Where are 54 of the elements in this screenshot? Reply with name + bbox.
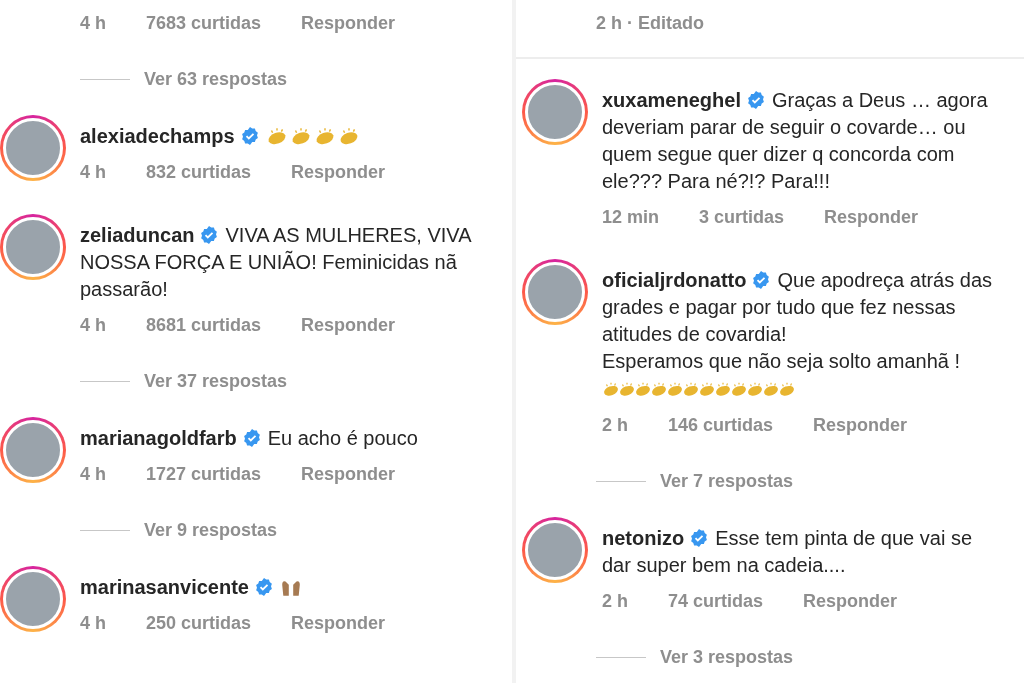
comment-time: 2 h · Editado: [596, 12, 705, 35]
view-replies-link[interactable]: Ver 9 respostas: [144, 516, 278, 544]
reply-link[interactable]: Responder: [803, 587, 898, 615]
comment-time: 4 h: [80, 314, 106, 337]
comment-time: 4 h: [80, 161, 106, 184]
comment-text: zeliaduncan VIVA AS MULHERES, VIVA NOSSA FORÇA E UNIÃO! Feminicidas nã passarão!: [80, 223, 473, 302]
username-link[interactable]: zeliaduncan: [80, 224, 195, 246]
likes-count: 1727 curtidas: [146, 463, 262, 486]
view-replies-link[interactable]: Ver 37 respostas: [144, 367, 288, 395]
likes-count: 250 curtidas: [146, 612, 252, 635]
reply-link[interactable]: Responder: [301, 460, 396, 488]
view-replies-link[interactable]: Ver 7 respostas: [660, 467, 794, 495]
reply-link[interactable]: Responder: [813, 411, 908, 439]
reply-link[interactable]: Responder: [301, 9, 396, 37]
clapping-hands-icon: [666, 380, 684, 398]
clapping-hands-icon: [746, 380, 764, 398]
comment-text: xuxameneghel Graças a Deus … agora deveriam parar de seguir o covarde… ou quem segue quer dizer q concorda com ele??? Para né?!? Para!!!: [602, 88, 989, 194]
clapping-hands-icon: [762, 380, 780, 398]
clapping-hands-icon: [778, 380, 796, 398]
comment-text: marianagoldfarb Eu acho é pouco: [80, 426, 419, 451]
clapping-hands-icon: [650, 380, 668, 398]
reply-link[interactable]: Responder: [824, 203, 919, 231]
likes-count: 8681 curtidas: [146, 314, 262, 337]
username-link[interactable]: alexiadechamps: [80, 125, 235, 147]
view-replies-link[interactable]: Ver 63 respostas: [144, 65, 288, 93]
likes-count: 3 curtidas: [699, 206, 785, 229]
clapping-hands-icon: [730, 380, 748, 398]
username-link[interactable]: oficialjrdonatto: [602, 269, 747, 291]
clapping-hands-icon: [682, 380, 700, 398]
view-replies-link[interactable]: Ver 3 respostas: [660, 643, 794, 671]
username-link[interactable]: netonizo: [602, 527, 685, 549]
comment-time: 2 h: [602, 414, 628, 437]
comment-time: 4 h: [80, 612, 106, 635]
comment-time: 12 min: [602, 206, 660, 229]
username-link[interactable]: marinasanvicente: [80, 576, 249, 598]
username-link[interactable]: marianagoldfarb: [80, 427, 237, 449]
clapping-hands-icon: [714, 380, 732, 398]
comment-time: 2 h: [602, 590, 628, 613]
comment-text: oficialjrdonatto Que apodreça atrás das grades e pagar por tudo que fez nessas atitudes de covardia! Esperamos que não seja solto amanhã !: [602, 268, 994, 374]
likes-count: 74 curtidas: [668, 590, 764, 613]
clapping-hands-icon: [618, 380, 636, 398]
likes-count: 146 curtidas: [668, 414, 774, 437]
likes-count: 832 curtidas: [146, 161, 252, 184]
comment-text: netonizo Esse tem pinta de que vai se dar super bem na cadeia....: [602, 526, 974, 578]
clapping-hands-icon: [698, 380, 716, 398]
clapping-hands-icon: [634, 380, 652, 398]
comment-time: 4 h: [80, 463, 106, 486]
reply-link[interactable]: Responder: [301, 311, 396, 339]
reply-link[interactable]: Responder: [291, 158, 386, 186]
comment-time: 4 h: [80, 12, 106, 35]
likes-count: 7683 curtidas: [146, 12, 262, 35]
clapping-hands-icon: [602, 380, 620, 398]
username-link[interactable]: xuxameneghel: [602, 89, 741, 111]
reply-link[interactable]: Responder: [291, 609, 386, 637]
